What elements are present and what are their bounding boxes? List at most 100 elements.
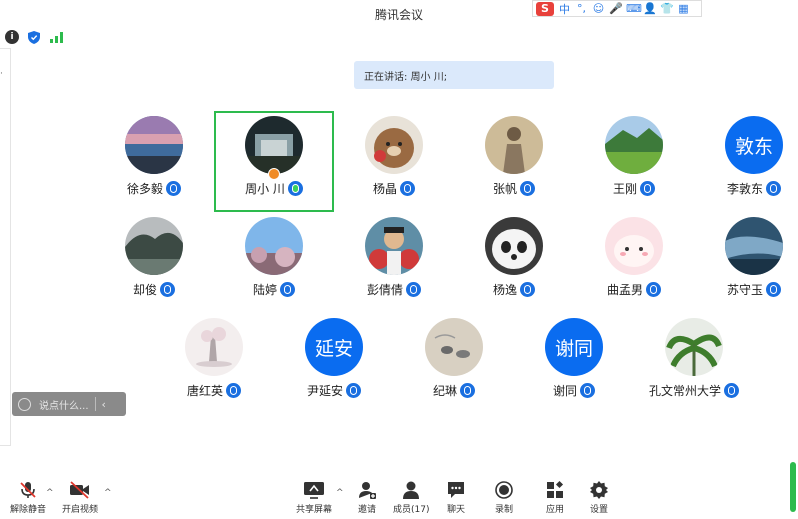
scrollbar-thumb[interactable] bbox=[790, 462, 796, 512]
participant-tile[interactable]: 苏守玉 bbox=[694, 217, 798, 307]
emoji-icon[interactable] bbox=[18, 397, 31, 411]
current-speaker-notice: 正在讲话: 周小 川; bbox=[354, 61, 554, 89]
apps-button[interactable]: 应用 bbox=[545, 479, 565, 515]
avatar bbox=[485, 116, 543, 174]
avatar-initials: 敦东 bbox=[725, 116, 783, 174]
invite-button[interactable]: 邀请 bbox=[357, 479, 377, 515]
participant-tile[interactable]: 孔文常州大学 bbox=[634, 318, 754, 408]
participant-tile-active[interactable]: 周小 川 bbox=[214, 116, 334, 206]
unmute-button[interactable]: 解除静音 bbox=[10, 479, 46, 515]
participant-tile[interactable]: 谢同 谢同 bbox=[514, 318, 634, 408]
chat-input-placeholder[interactable]: 说点什么... bbox=[39, 397, 89, 412]
share-screen-button[interactable]: 共享屏幕 bbox=[296, 479, 332, 515]
participant-tile[interactable]: 纪琳 bbox=[394, 318, 514, 408]
mic-icon[interactable] bbox=[646, 282, 661, 297]
participant-tile[interactable]: 唐红英 bbox=[154, 318, 274, 408]
shield-icon[interactable] bbox=[27, 30, 41, 44]
avatar bbox=[425, 318, 483, 376]
mic-icon[interactable] bbox=[280, 282, 295, 297]
video-options-caret-icon[interactable]: ^ bbox=[104, 488, 112, 498]
ime-chinese-mode[interactable]: 中 bbox=[558, 1, 571, 17]
avatar bbox=[245, 217, 303, 275]
bottom-toolbar: 解除静音 ^ 开启视频 ^ 共享屏幕 ^ 邀请 成员(17) 聊天 录制 应用 … bbox=[0, 474, 798, 519]
participant-tile[interactable]: 王刚 bbox=[574, 116, 694, 206]
participant-name: 张帆 bbox=[492, 182, 517, 196]
chat-button[interactable]: 聊天 bbox=[446, 479, 466, 515]
chat-bubble-icon bbox=[446, 479, 466, 501]
mic-icon[interactable] bbox=[724, 383, 739, 398]
ime-voice-icon[interactable]: 🎤 bbox=[609, 2, 623, 15]
mic-icon[interactable] bbox=[460, 383, 475, 398]
mic-icon[interactable] bbox=[766, 181, 781, 196]
share-screen-icon bbox=[303, 479, 325, 501]
participant-name: 彭倩倩 bbox=[366, 283, 403, 297]
sogou-logo-icon[interactable]: S bbox=[536, 1, 554, 16]
record-button[interactable]: 录制 bbox=[494, 479, 514, 515]
participant-tile[interactable]: 却俊 bbox=[94, 217, 214, 307]
participant-name: 尹延安 bbox=[306, 384, 343, 398]
mic-icon[interactable] bbox=[580, 383, 595, 398]
participant-tile[interactable]: 敦东 李敦东 bbox=[694, 116, 798, 206]
mic-icon[interactable] bbox=[226, 383, 241, 398]
participant-name: 徐多毅 bbox=[126, 182, 163, 196]
participant-tile[interactable]: 延安 尹延安 bbox=[274, 318, 394, 408]
members-icon bbox=[401, 479, 421, 501]
participant-tile[interactable]: 陆婷 bbox=[214, 217, 334, 307]
participant-tile[interactable]: 杨晶 bbox=[334, 116, 454, 206]
participant-tile[interactable]: 曲孟男 bbox=[574, 217, 694, 307]
avatar bbox=[365, 116, 423, 174]
participant-name: 李敦东 bbox=[726, 182, 763, 196]
ime-toolbox-icon[interactable]: ▦ bbox=[677, 2, 690, 15]
settings-button[interactable]: 设置 bbox=[589, 479, 609, 515]
avatar bbox=[365, 217, 423, 275]
left-side-panel: · bbox=[0, 48, 11, 446]
participant-name: 纪琳 bbox=[432, 384, 457, 398]
info-icon[interactable]: i bbox=[5, 30, 19, 44]
ime-user-icon[interactable]: 👤 bbox=[643, 2, 657, 15]
ime-punctuation-icon[interactable]: °, bbox=[575, 2, 588, 15]
members-button[interactable]: 成员(17) bbox=[393, 479, 429, 515]
chevron-left-icon[interactable]: ‹ bbox=[102, 398, 106, 411]
ime-keyboard-icon[interactable]: ⌨ bbox=[626, 2, 642, 15]
meeting-status-icons: i bbox=[5, 30, 63, 44]
participant-name: 杨晶 bbox=[372, 182, 397, 196]
participant-name: 曲孟男 bbox=[606, 283, 643, 297]
mic-icon[interactable] bbox=[166, 181, 181, 196]
chat-input-bar[interactable]: 说点什么... ‹ bbox=[12, 392, 126, 416]
ime-toolbar[interactable]: S 中 °, ☺ 🎤 ⌨ 👤 👕 ▦ bbox=[532, 0, 702, 17]
avatar-initials: 谢同 bbox=[545, 318, 603, 376]
mic-icon[interactable] bbox=[346, 383, 361, 398]
participant-tile[interactable]: 张帆 bbox=[454, 116, 574, 206]
signal-icon[interactable] bbox=[49, 30, 63, 44]
participant-name: 陆婷 bbox=[252, 283, 277, 297]
mic-icon[interactable] bbox=[520, 282, 535, 297]
ime-skin-icon[interactable]: 👕 bbox=[660, 2, 674, 15]
avatar bbox=[665, 318, 723, 376]
panel-dot: · bbox=[0, 69, 3, 79]
participant-name: 王刚 bbox=[612, 182, 637, 196]
participant-name: 却俊 bbox=[132, 283, 157, 297]
invite-user-icon bbox=[357, 479, 377, 501]
participant-tile[interactable]: 彭倩倩 bbox=[334, 217, 454, 307]
participant-name: 苏守玉 bbox=[726, 283, 763, 297]
mic-icon[interactable] bbox=[400, 181, 415, 196]
mic-icon[interactable] bbox=[520, 181, 535, 196]
avatar bbox=[245, 116, 303, 174]
mic-icon[interactable] bbox=[766, 282, 781, 297]
audio-options-caret-icon[interactable]: ^ bbox=[46, 488, 54, 498]
share-options-caret-icon[interactable]: ^ bbox=[336, 488, 344, 498]
mic-icon[interactable] bbox=[160, 282, 175, 297]
mic-icon[interactable] bbox=[406, 282, 421, 297]
start-video-button[interactable]: 开启视频 bbox=[62, 479, 98, 515]
ime-emoji-icon[interactable]: ☺ bbox=[592, 2, 605, 15]
participant-tile[interactable]: 徐多毅 bbox=[94, 116, 214, 206]
gear-icon bbox=[589, 479, 609, 501]
chat-separator bbox=[94, 397, 96, 411]
mic-speaking-icon[interactable] bbox=[287, 181, 303, 196]
avatar bbox=[485, 217, 543, 275]
participant-tile[interactable]: 杨逸 bbox=[454, 217, 574, 307]
participant-name: 孔文常州大学 bbox=[648, 384, 721, 398]
host-badge-icon bbox=[268, 168, 280, 180]
avatar bbox=[605, 116, 663, 174]
mic-icon[interactable] bbox=[640, 181, 655, 196]
